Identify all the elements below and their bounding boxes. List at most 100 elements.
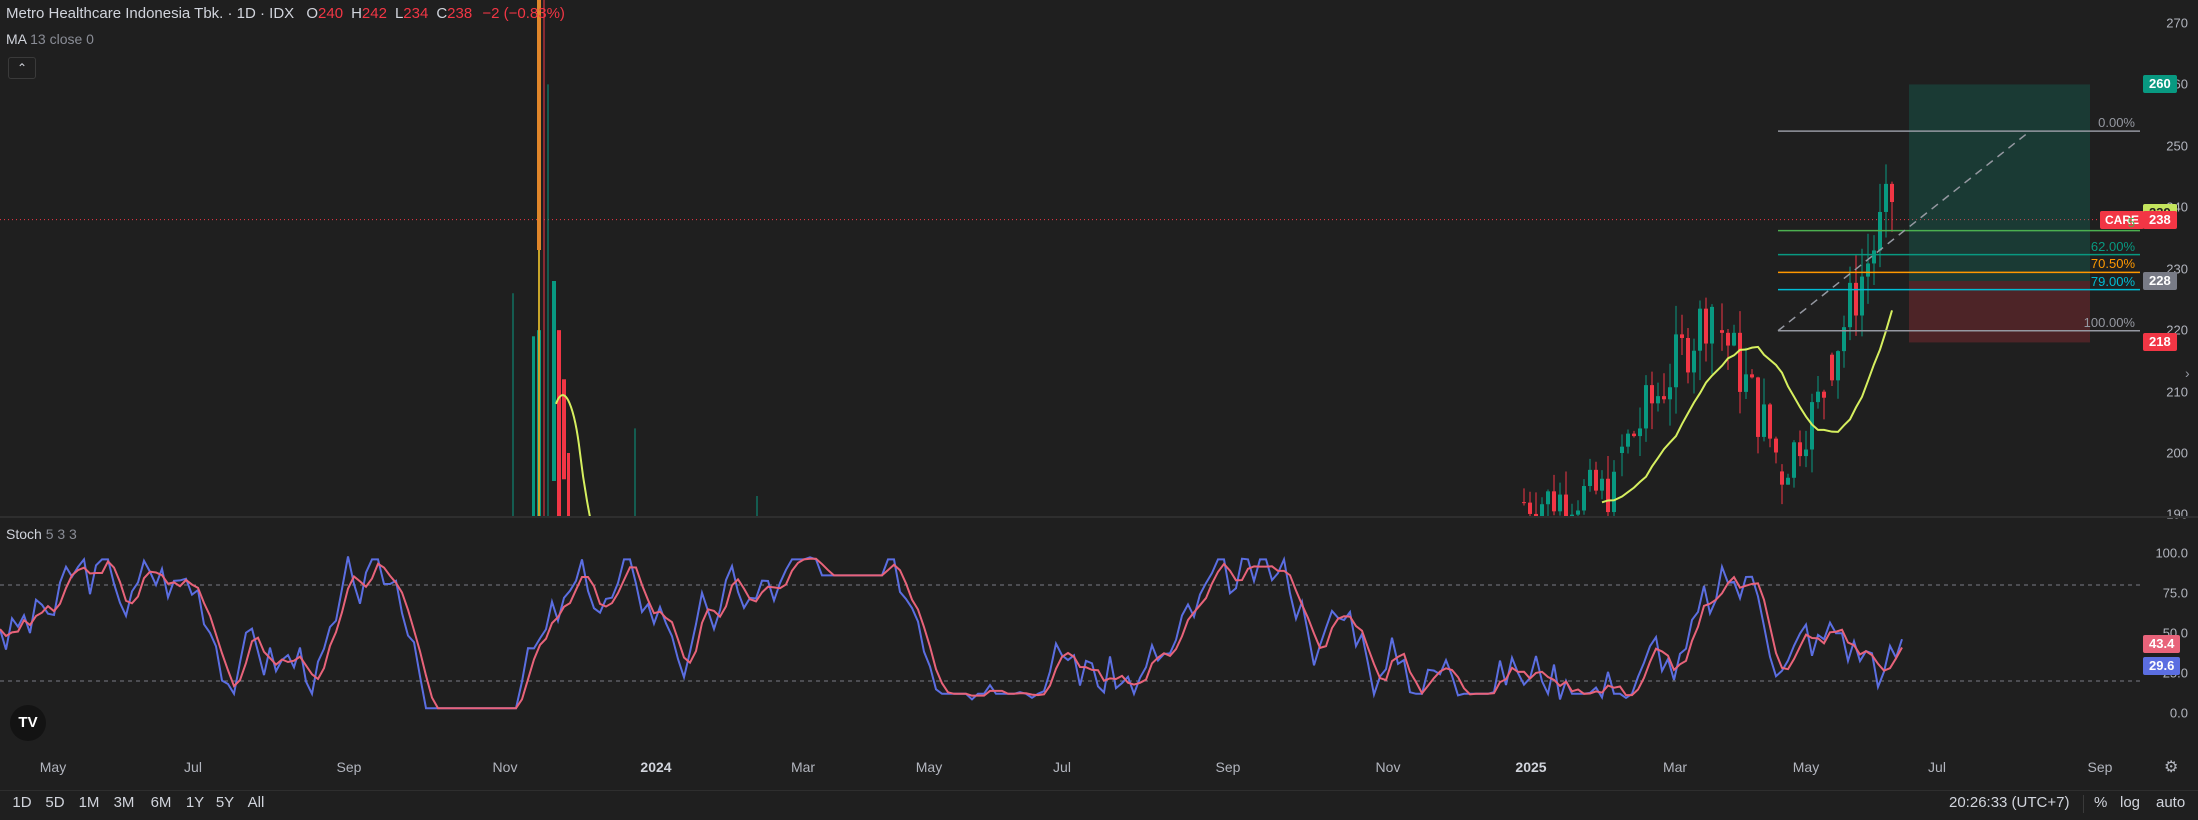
candle-body bbox=[1600, 478, 1604, 491]
candle-body bbox=[1680, 334, 1684, 338]
price-tag[interactable]: 238 bbox=[2143, 210, 2177, 229]
ma-legend[interactable]: MA 13 close 0 bbox=[6, 31, 94, 47]
candle-body bbox=[1558, 494, 1562, 512]
time-axis-label: Nov bbox=[492, 759, 518, 775]
fib-level-label: 0.00% bbox=[2098, 115, 2135, 131]
chevron-right-icon[interactable]: › bbox=[2185, 365, 2190, 381]
candle-body bbox=[1830, 354, 1834, 381]
price-chart[interactable] bbox=[0, 0, 2140, 516]
profit-zone[interactable] bbox=[1909, 84, 2090, 281]
candle-body bbox=[1756, 377, 1760, 437]
range-button-5y[interactable]: 5Y bbox=[216, 794, 234, 811]
candle-body bbox=[1720, 330, 1724, 333]
ohlc-key: O bbox=[306, 5, 319, 22]
clock[interactable]: 20:26:33 (UTC+7) bbox=[1949, 794, 2069, 811]
candle-body bbox=[1546, 491, 1550, 505]
candle-body bbox=[1726, 332, 1730, 346]
candle-body bbox=[1522, 502, 1526, 504]
fib-level-label: 62.00% bbox=[2090, 238, 2135, 254]
candle-body bbox=[1594, 469, 1598, 491]
candle-body bbox=[1732, 332, 1736, 346]
candle-body bbox=[1674, 334, 1678, 388]
candle-body bbox=[1638, 428, 1642, 437]
candle-body bbox=[1612, 471, 1616, 513]
candle-body bbox=[1606, 478, 1610, 513]
candle-body bbox=[1564, 494, 1568, 516]
symbol-title[interactable]: Metro Healthcare Indonesia Tbk. · 1D · I… bbox=[6, 5, 294, 22]
candle-body bbox=[1866, 263, 1870, 277]
candle-body bbox=[1656, 396, 1660, 404]
candle-body bbox=[567, 453, 570, 516]
candle-body bbox=[537, 0, 541, 250]
candle-body bbox=[1650, 385, 1654, 404]
time-axis-label: 2024 bbox=[640, 759, 672, 775]
fib-level-label: 70.50% bbox=[2090, 256, 2135, 272]
stoch-chart[interactable] bbox=[0, 518, 2140, 748]
change-value: −2 (−0.83%) bbox=[482, 5, 565, 22]
candle-body bbox=[1792, 442, 1796, 478]
time-axis-label: May bbox=[915, 759, 943, 775]
stoch-k-line[interactable] bbox=[0, 555, 1903, 710]
candle-body bbox=[1836, 351, 1840, 381]
range-button-5d[interactable]: 5D bbox=[45, 794, 64, 811]
time-axis-label: Mar bbox=[790, 759, 816, 775]
range-button-1y[interactable]: 1Y bbox=[186, 794, 204, 811]
range-button-3m[interactable]: 3M bbox=[114, 794, 135, 811]
percent-toggle[interactable]: % bbox=[2094, 794, 2107, 811]
gear-icon[interactable]: ⚙ bbox=[2164, 757, 2178, 777]
stoch-tick: 75.0 bbox=[2162, 585, 2188, 601]
candle-body bbox=[1620, 446, 1624, 453]
candle-body bbox=[1692, 350, 1696, 373]
range-button-1m[interactable]: 1M bbox=[79, 794, 100, 811]
toolbar-separator bbox=[2083, 795, 2084, 813]
time-axis-label: Sep bbox=[1215, 759, 1241, 775]
stoch-axis[interactable]: 100.075.050.025.00.043.429.6 bbox=[2140, 518, 2198, 748]
tradingview-logo[interactable]: TV bbox=[10, 705, 46, 741]
candle-body bbox=[532, 336, 535, 516]
time-axis-label: Nov bbox=[1375, 759, 1401, 775]
symbol-price-tag[interactable]: CARE bbox=[2100, 210, 2145, 229]
stoch-name: Stoch bbox=[6, 526, 42, 542]
candle-body bbox=[1686, 337, 1690, 373]
time-axis-label: May bbox=[39, 759, 67, 775]
time-axis-label: Jul bbox=[1053, 759, 1071, 775]
price-tag[interactable]: 218 bbox=[2143, 333, 2177, 352]
stoch-legend[interactable]: Stoch 5 3 3 bbox=[6, 526, 77, 542]
range-button-1d[interactable]: 1D bbox=[12, 794, 31, 811]
price-tick: 270 bbox=[2166, 15, 2188, 31]
stoch-k-tag[interactable]: 29.6 bbox=[2143, 656, 2181, 675]
price-tick: 200 bbox=[2166, 445, 2188, 461]
auto-toggle[interactable]: auto bbox=[2156, 794, 2185, 811]
candle-body bbox=[1884, 183, 1888, 212]
ma-name: MA bbox=[6, 31, 27, 47]
candle-body bbox=[1644, 385, 1648, 429]
candle-body bbox=[1860, 276, 1864, 316]
time-axis-label: Sep bbox=[2087, 759, 2113, 775]
time-axis-label: Mar bbox=[1662, 759, 1688, 775]
candle-body bbox=[1528, 502, 1532, 514]
price-tag[interactable]: 260 bbox=[2143, 75, 2177, 94]
price-tick: 210 bbox=[2166, 384, 2188, 400]
candle-body bbox=[1786, 477, 1790, 485]
range-button-6m[interactable]: 6M bbox=[151, 794, 172, 811]
ohlc-key: C bbox=[436, 5, 448, 22]
candle-body bbox=[1704, 308, 1708, 344]
fib-level-label: 5 bbox=[2127, 214, 2135, 230]
log-toggle[interactable]: log bbox=[2120, 794, 2140, 811]
stoch-d-tag[interactable]: 43.4 bbox=[2143, 634, 2181, 653]
candle-body bbox=[1774, 438, 1778, 453]
stoch-d-line[interactable] bbox=[0, 557, 1903, 710]
main-chart-pane[interactable] bbox=[0, 0, 2140, 516]
ma-params: 13 close 0 bbox=[30, 31, 94, 47]
price-axis[interactable]: 2702602502402302202102001902602392382282… bbox=[2140, 0, 2198, 522]
stoch-pane[interactable] bbox=[0, 518, 2140, 748]
time-axis-label: Jul bbox=[184, 759, 202, 775]
logo-text: TV bbox=[18, 714, 38, 731]
candle-body bbox=[1822, 391, 1826, 398]
range-button-all[interactable]: All bbox=[248, 794, 265, 811]
candle-body bbox=[552, 281, 556, 481]
chevron-up-icon: ⌃ bbox=[16, 61, 28, 75]
price-tag[interactable]: 228 bbox=[2143, 272, 2177, 290]
collapse-legend-button[interactable]: ⌃ bbox=[8, 57, 36, 79]
ohlc-value: 238 bbox=[447, 5, 473, 22]
